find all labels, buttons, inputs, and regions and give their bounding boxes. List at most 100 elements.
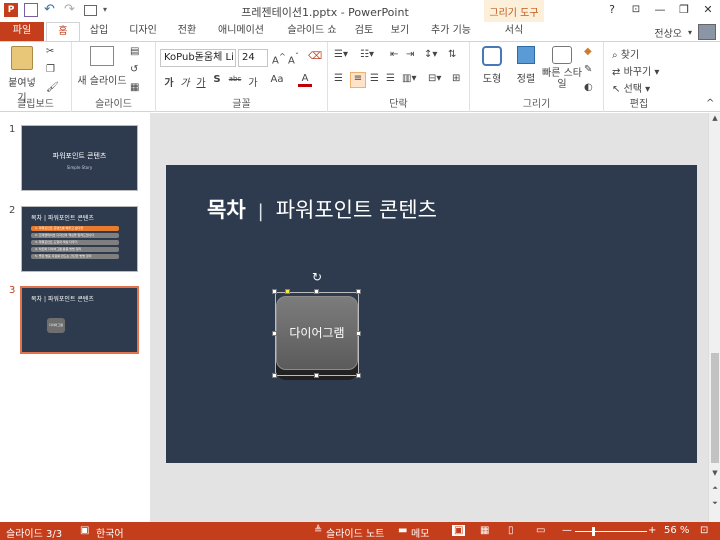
tab-insert[interactable]: 삽입	[82, 22, 116, 41]
slide-thumbnail-2[interactable]: 목차 | 파워포인트 콘텐츠 1. 파워포인트 콘텐츠를 배우고 싶다면 2. …	[21, 206, 138, 272]
layout-icon[interactable]: ▤	[130, 46, 139, 57]
align-center-icon[interactable]: ≡	[350, 72, 366, 88]
shape-fill-icon[interactable]: ◆	[584, 46, 592, 57]
ribbon-display-button[interactable]: ⊡	[624, 0, 648, 20]
tab-design[interactable]: 디자인	[122, 22, 164, 41]
decrease-indent-icon[interactable]: ⇤	[390, 49, 398, 60]
align-right-icon[interactable]: ☰	[370, 73, 379, 84]
rotate-handle-icon[interactable]: ↻	[311, 271, 323, 283]
help-button[interactable]: ?	[600, 0, 624, 20]
minimize-button[interactable]: —	[648, 0, 672, 20]
slide-canvas[interactable]: 목차 | 파워포인트 콘텐츠 다이어그램 ↻	[166, 165, 697, 463]
resize-handle-top-left[interactable]	[272, 289, 277, 294]
zoom-out-icon[interactable]: —	[562, 525, 572, 536]
restore-button[interactable]: ❐	[672, 0, 696, 20]
previous-slide-icon[interactable]: ⏶	[709, 483, 720, 493]
zoom-level[interactable]: 56 %	[664, 525, 689, 536]
replace-button[interactable]: ⇄ 바꾸기 ▾	[612, 63, 672, 78]
tab-animations[interactable]: 애니메이션	[210, 22, 272, 41]
bullets-icon[interactable]: ☰▾	[334, 49, 348, 60]
smartart-icon[interactable]: ⊞	[452, 73, 460, 84]
select-button[interactable]: ↖ 선택 ▾	[612, 80, 672, 95]
scrollbar-thumb[interactable]	[711, 353, 719, 463]
reset-icon[interactable]: ↺	[130, 64, 138, 75]
notes-button[interactable]: 슬라이드 노트	[326, 525, 384, 540]
quick-styles-button[interactable]: 빠른 스타일	[542, 46, 582, 90]
slideshow-view-icon[interactable]: ▭	[536, 525, 545, 536]
resize-handle-right[interactable]	[356, 331, 361, 336]
comments-button[interactable]: 메모	[411, 525, 429, 540]
normal-view-icon[interactable]: ▣	[452, 525, 466, 536]
resize-handle-left[interactable]	[272, 331, 277, 336]
spellcheck-icon[interactable]: ▣	[80, 525, 89, 536]
comments-icon[interactable]: ▬	[398, 525, 407, 536]
resize-handle-bottom-left[interactable]	[272, 373, 277, 378]
undo-icon[interactable]: ↶	[44, 3, 58, 17]
justify-icon[interactable]: ☰	[386, 73, 395, 84]
font-color-button[interactable]: A	[298, 73, 312, 87]
vertical-scrollbar[interactable]: ▲ ▼ ⏶ ⏷	[708, 113, 720, 522]
italic-button[interactable]: 가	[178, 74, 192, 89]
new-slide-button[interactable]: 새 슬라이드	[76, 46, 128, 87]
align-text-icon[interactable]: ⊟▾	[428, 73, 441, 84]
line-spacing-icon[interactable]: ↕▾	[424, 49, 437, 60]
cut-icon[interactable]: ✂	[46, 46, 54, 57]
start-slideshow-icon[interactable]	[84, 4, 97, 16]
change-case-button[interactable]: Aa	[268, 74, 286, 85]
slide-title[interactable]: 목차 | 파워포인트 콘텐츠	[207, 194, 437, 224]
tab-file[interactable]: 파일	[0, 22, 44, 41]
tab-transitions[interactable]: 전환	[170, 22, 204, 41]
align-left-icon[interactable]: ☰	[334, 73, 343, 84]
increase-indent-icon[interactable]: ⇥	[406, 49, 414, 60]
zoom-slider[interactable]	[575, 531, 647, 532]
char-spacing-button[interactable]: 가	[246, 74, 260, 89]
customize-qat-icon[interactable]: ▾	[103, 3, 117, 17]
user-account[interactable]: 전상오 ▾	[654, 24, 716, 40]
section-icon[interactable]: ▦	[130, 82, 139, 93]
slide-sorter-icon[interactable]: ▦	[480, 525, 489, 536]
grow-font-icon[interactable]: A^	[272, 51, 286, 66]
shape-outline-icon[interactable]: ✎	[584, 64, 592, 75]
redo-icon[interactable]: ↷	[64, 3, 78, 17]
close-button[interactable]: ✕	[696, 0, 720, 20]
bold-button[interactable]: 가	[162, 74, 176, 89]
resize-handle-top[interactable]	[314, 289, 319, 294]
resize-handle-bottom-right[interactable]	[356, 373, 361, 378]
tab-review[interactable]: 검토	[350, 22, 378, 41]
arrange-button[interactable]: 정렬	[510, 46, 542, 85]
scroll-up-icon[interactable]: ▲	[709, 113, 720, 123]
columns-icon[interactable]: ▥▾	[402, 73, 416, 84]
numbering-icon[interactable]: ☷▾	[360, 49, 374, 60]
resize-handle-bottom[interactable]	[314, 373, 319, 378]
format-painter-icon[interactable]: 🖌	[46, 82, 59, 93]
save-icon[interactable]	[24, 3, 38, 17]
zoom-in-icon[interactable]: +	[648, 525, 656, 536]
font-size-select[interactable]: 24	[238, 49, 268, 67]
shadow-button[interactable]: S	[210, 74, 224, 85]
shrink-font-icon[interactable]: Aˇ	[288, 51, 299, 66]
adjust-handle[interactable]	[285, 289, 290, 294]
tab-format[interactable]: 서식	[494, 22, 534, 41]
fit-slide-icon[interactable]: ⊡	[700, 525, 708, 536]
slide-thumbnail-3[interactable]: 목차 | 파워포인트 콘텐츠 다이어그램	[20, 286, 139, 354]
shapes-button[interactable]: 도형	[476, 46, 508, 85]
resize-handle-top-right[interactable]	[356, 289, 361, 294]
tab-home[interactable]: 홈	[46, 22, 80, 42]
notes-icon[interactable]: ≜	[314, 525, 322, 536]
copy-icon[interactable]: ❐	[46, 64, 55, 75]
text-direction-icon[interactable]: ⇅	[448, 49, 456, 60]
slide-thumbnail-1[interactable]: 파워포인트 콘텐츠 Simple Story	[21, 125, 138, 191]
reading-view-icon[interactable]: ▯	[508, 525, 514, 536]
shape-effects-icon[interactable]: ◐	[584, 82, 593, 93]
find-button[interactable]: ⌕ 찾기	[612, 46, 672, 61]
language-indicator[interactable]: 한국어	[96, 525, 124, 540]
zoom-slider-knob[interactable]	[592, 527, 595, 536]
font-family-select[interactable]: KoPub돋움체 Li	[160, 49, 236, 67]
scroll-down-icon[interactable]: ▼	[709, 468, 720, 478]
tab-addins[interactable]: 추가 기능	[426, 22, 476, 41]
tab-slideshow[interactable]: 슬라이드 쇼	[278, 22, 346, 41]
tab-view[interactable]: 보기	[386, 22, 414, 41]
next-slide-icon[interactable]: ⏷	[709, 498, 720, 508]
strikethrough-button[interactable]: abc	[226, 75, 244, 83]
collapse-ribbon-icon[interactable]: ^	[706, 98, 714, 109]
